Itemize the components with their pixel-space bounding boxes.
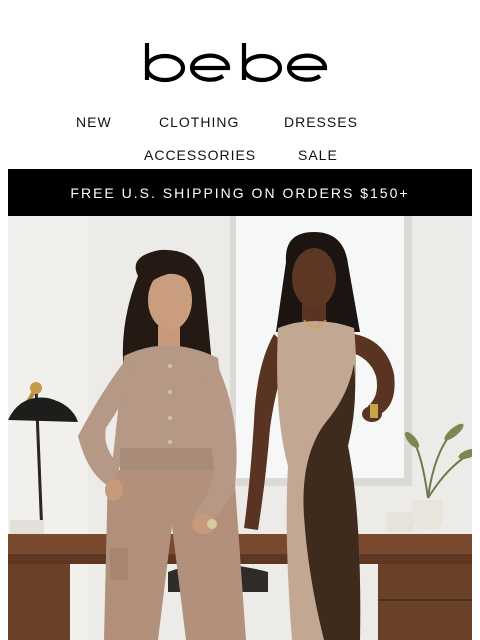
nav-item-sale[interactable]: SALE [298, 147, 338, 163]
free-shipping-banner[interactable]: FREE U.S. SHIPPING ON ORDERS $150+ [8, 169, 472, 216]
hero-image[interactable] [8, 216, 472, 640]
main-nav-row-2: ACCESSORIES SALE [0, 147, 480, 165]
nav-item-dresses[interactable]: DRESSES [284, 114, 358, 130]
nav-item-accessories[interactable]: ACCESSORIES [144, 147, 256, 163]
nav-item-new[interactable]: NEW [76, 114, 112, 130]
bebe-logo-icon [144, 43, 328, 83]
main-nav-row-1: NEW CLOTHING DRESSES [0, 114, 480, 132]
hero-photo-icon [8, 216, 472, 640]
brand-logo[interactable] [0, 36, 480, 88]
nav-item-clothing[interactable]: CLOTHING [159, 114, 239, 130]
